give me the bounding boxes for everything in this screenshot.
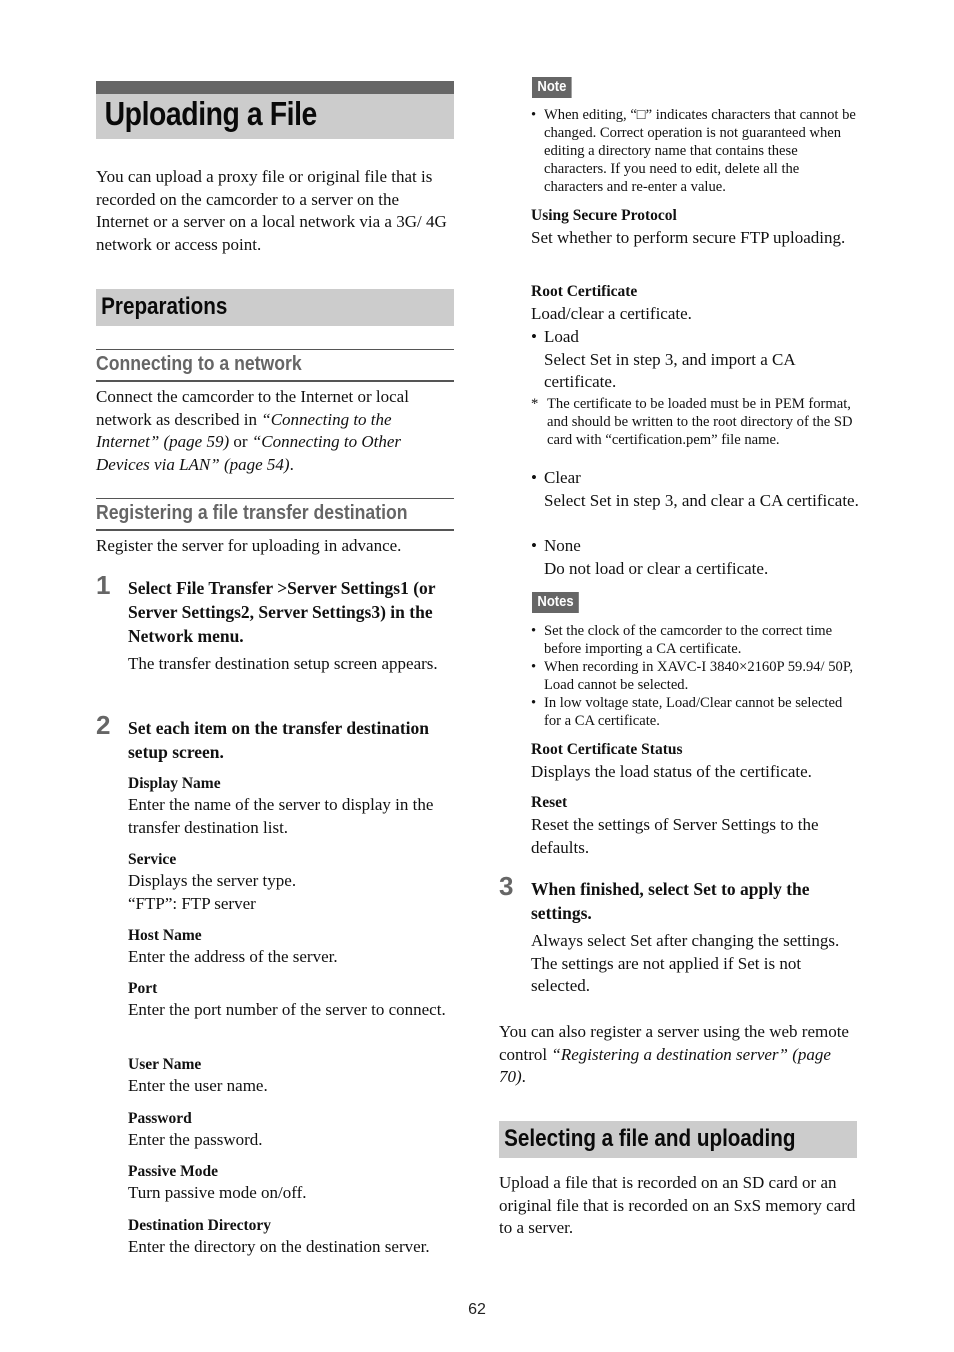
connecting-paragraph: Connect the camcorder to the Internet or… [96, 386, 454, 477]
setting-label: Port [128, 980, 158, 997]
step-number-3: 3 [499, 871, 514, 901]
setting-desc-extra: “FTP”: FTP server [128, 893, 256, 913]
setting-desc: Enter the directory on the destination s… [128, 1237, 430, 1256]
notes-list: Set the clock of the camcorder to the co… [531, 622, 861, 730]
registering-intro: Register the server for uploading in adv… [96, 536, 402, 555]
root-certificate-label: Root Certificate [531, 283, 638, 300]
subsection-heading-registering: Registering a file transfer destination [96, 498, 454, 531]
setting-desc: Enter the user name. [128, 1076, 268, 1095]
setting-item-destination-directory: Destination Directory Enter the director… [128, 1215, 458, 1259]
setting-desc: Turn passive mode on/off. [128, 1183, 307, 1202]
notes-item: In low voltage state, Load/Clear cannot … [531, 694, 861, 730]
note-tag: Note [532, 77, 572, 98]
setting-desc: Displays the server type. [128, 871, 297, 890]
registering-heading: Registering a file transfer destination [96, 501, 408, 524]
connecting-text-end: . [289, 455, 294, 475]
connecting-heading: Connecting to a network [96, 352, 302, 375]
setting-item-host-name: Host Name Enter the address of the serve… [128, 925, 458, 969]
notes-tag: Notes [532, 592, 580, 613]
step-2-title: Set each item on the transfer destinatio… [128, 718, 430, 762]
notes-item: When recording in XAVC-I 3840×2160P 59.9… [531, 658, 861, 694]
web-remote-text-end: . [521, 1067, 526, 1087]
option-desc: Select Set in step 3, and clear a CA cer… [544, 490, 859, 510]
setting-item-port: Port Enter the port number of the server… [128, 978, 458, 1022]
bullet-mark: • [531, 536, 537, 555]
option-name: Load [544, 327, 579, 346]
subsection-heading-connecting: Connecting to a network [96, 349, 454, 382]
step-number-1: 1 [96, 570, 111, 600]
page-title-block: Uploading a File [96, 81, 454, 139]
connecting-text-or: or [229, 432, 252, 452]
section-heading-preparations: Preparations [96, 289, 454, 326]
setting-item-password: Password Enter the password. [128, 1108, 458, 1152]
title-bar [96, 81, 454, 94]
secure-protocol-label: Using Secure Protocol [531, 207, 677, 224]
option-name: None [544, 536, 581, 555]
option-name: Clear [544, 468, 581, 487]
setting-label: Service [128, 851, 177, 868]
option-desc: Select Set in step 3, and import a CA ce… [544, 349, 795, 392]
setting-item-passive-mode: Passive Mode Turn passive mode on/off. [128, 1161, 458, 1205]
bullet-mark: • [531, 468, 537, 487]
footnote-text: The certificate to be loaded must be in … [547, 396, 853, 448]
step-3-body: Always select Set after changing the set… [531, 931, 840, 996]
setting-label: Host Name [128, 927, 202, 944]
selecting-heading: Selecting a file and uploading [504, 1125, 796, 1152]
option-clear: • Clear Select Set in step 3, and clear a… [531, 467, 861, 512]
setting-item-service: Service Displays the server type. “FTP”:… [128, 849, 458, 915]
intro-paragraph: You can upload a proxy file or original … [96, 167, 447, 255]
reset-label: Reset [531, 794, 568, 811]
note-list: When editing, “□” indicates characters t… [531, 106, 861, 196]
setting-label: Destination Directory [128, 1217, 272, 1234]
secure-protocol-desc: Set whether to perform secure FTP upload… [531, 228, 846, 247]
certificate-footnote: * The certificate to be loaded must be i… [531, 395, 861, 449]
page-title: Uploading a File [104, 95, 318, 132]
step-1-body: The transfer destination setup screen ap… [128, 654, 438, 673]
asterisk-mark: * [531, 396, 539, 412]
option-desc: Do not load or clear a certificate. [544, 558, 769, 578]
setting-label: Display Name [128, 775, 221, 792]
step-number-2: 2 [96, 710, 111, 740]
web-remote-paragraph: You can also register a server using the… [499, 1021, 857, 1089]
notes-item: Set the clock of the camcorder to the co… [531, 622, 861, 658]
selecting-paragraph: Upload a file that is recorded on an SD … [499, 1173, 856, 1238]
setting-desc: Enter the password. [128, 1130, 263, 1149]
setting-label: Password [128, 1110, 192, 1127]
reset-desc: Reset the settings of Server Settings to… [531, 815, 819, 857]
preparations-heading: Preparations [101, 293, 228, 320]
setting-desc: Enter the port number of the server to c… [128, 1000, 446, 1019]
step-1-title: Select File Transfer >Server Settings1 (… [128, 578, 436, 646]
option-none: • None Do not load or clear a certificate… [531, 535, 861, 580]
root-certificate-status-desc: Displays the load status of the certific… [531, 762, 812, 781]
setting-desc: Enter the name of the server to display … [128, 795, 434, 837]
setting-item-display-name: Display Name Enter the name of the serve… [128, 773, 458, 839]
setting-label: Passive Mode [128, 1163, 218, 1180]
step-3-title: When finished, select Set to apply the s… [531, 879, 810, 923]
setting-item-user-name: User Name Enter the user name. [128, 1054, 458, 1098]
note-item: When editing, “□” indicates characters t… [531, 106, 861, 196]
section-heading-selecting: Selecting a file and uploading [499, 1121, 857, 1158]
setting-desc: Enter the address of the server. [128, 947, 338, 966]
option-load: • Load Select Set in step 3, and import a… [531, 326, 861, 394]
page-number: 62 [468, 1301, 486, 1318]
root-certificate-desc: Load/clear a certificate. [531, 304, 692, 323]
root-certificate-status-label: Root Certificate Status [531, 741, 683, 758]
setting-label: User Name [128, 1056, 202, 1073]
bullet-mark: • [531, 327, 537, 346]
